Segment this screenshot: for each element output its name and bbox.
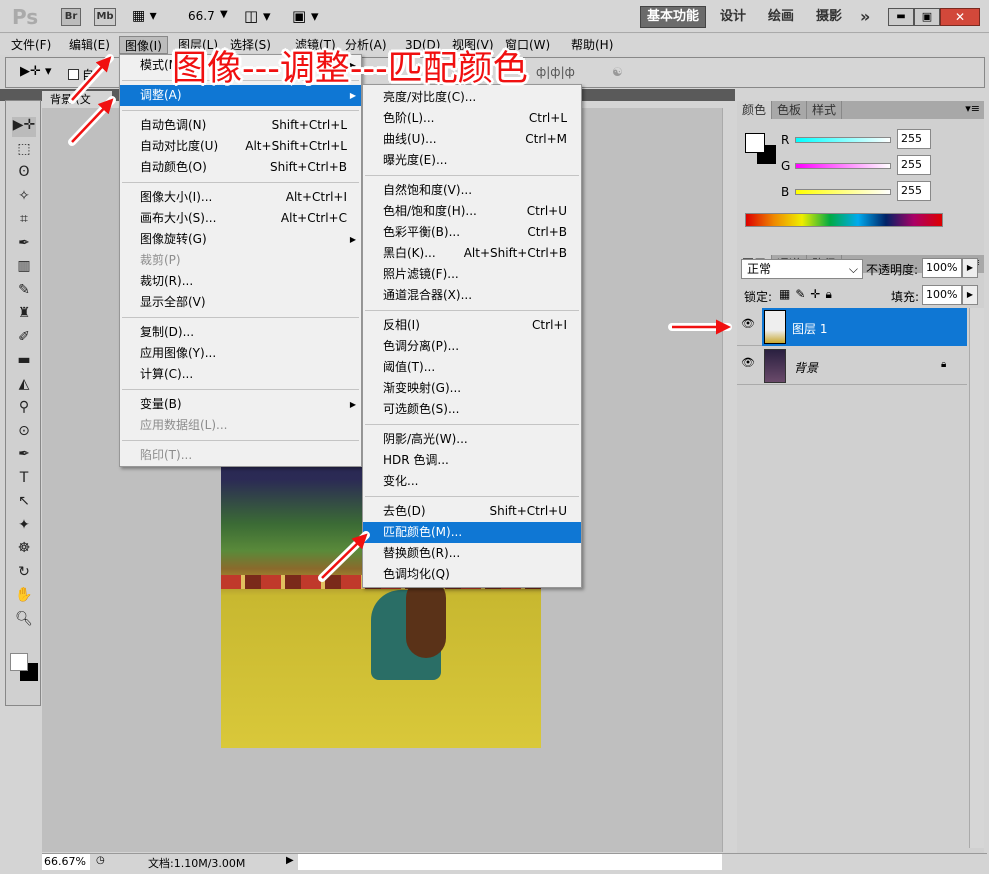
blend-mode-value: 正常 [747, 262, 771, 276]
eye-icon[interactable]: 👁︎ [741, 356, 757, 372]
status-bar: 66.67% ◷ 文档:1.10M/3.00M ▶ [42, 853, 987, 870]
g-label: G [781, 159, 790, 173]
g-value[interactable]: 255 [897, 155, 931, 175]
eye-icon[interactable]: 👁︎ [741, 317, 757, 333]
opacity-label: 不透明度: [866, 261, 918, 278]
layer-row-background[interactable]: 👁︎ 背景 🔒︎ [737, 347, 967, 385]
lock-icons[interactable]: ▦✎✛🔒︎ [779, 287, 837, 302]
arrow-to-image-menu [72, 60, 108, 100]
layer-name[interactable]: 背景 [794, 359, 818, 376]
layer-name[interactable]: 图层 1 [792, 320, 827, 337]
b-value[interactable]: 255 [897, 181, 931, 201]
b-label: B [781, 185, 789, 199]
opacity-input[interactable]: 100% [922, 258, 962, 278]
tab-color[interactable]: 颜色 [737, 101, 772, 119]
right-panel: 颜色色板样式 ▾≡ R 255 G 255 B 255 图层通道路径 ▾≡ 正常… [737, 101, 984, 853]
foreground-swatch[interactable] [745, 133, 765, 153]
panel-menu-icon[interactable]: ▾≡ [965, 102, 980, 115]
color-spectrum[interactable] [745, 213, 943, 227]
r-value[interactable]: 255 [897, 129, 931, 149]
zoom-field[interactable]: 66.67% [42, 854, 90, 870]
color-panel-tabs: 颜色色板样式 ▾≡ [737, 101, 984, 119]
layer-thumbnail [764, 310, 786, 344]
foreground-color-swatch[interactable] [10, 653, 28, 671]
layer-thumbnail [764, 349, 786, 383]
b-slider[interactable] [795, 189, 891, 195]
status-menu-arrow-icon[interactable]: ▶ [286, 855, 294, 866]
g-slider[interactable] [795, 163, 891, 169]
horizontal-scrollbar[interactable] [298, 854, 722, 870]
doc-size-info: 文档:1.10M/3.00M [148, 855, 245, 871]
tab-swatches[interactable]: 色板 [772, 101, 807, 119]
lock-label: 锁定: [744, 288, 772, 305]
layers-scrollbar[interactable] [969, 308, 984, 848]
chevron-down-icon: ⌵ [849, 260, 858, 278]
arrow-to-match-color [322, 537, 364, 578]
lock-icon: 🔒︎ [941, 359, 946, 370]
tab-styles[interactable]: 样式 [807, 101, 842, 119]
status-clock-icon[interactable]: ◷ [96, 855, 105, 866]
fill-input[interactable]: 100% [922, 285, 962, 305]
r-label: R [781, 133, 789, 147]
arrow-to-adjust [72, 102, 110, 142]
fill-slider-button[interactable]: ▶ [962, 285, 978, 305]
fill-label: 填充: [891, 288, 919, 305]
layer-row-layer1[interactable]: 👁︎ 图层 1 [737, 308, 967, 346]
r-slider[interactable] [795, 137, 891, 143]
blend-mode-select[interactable]: 正常 ⌵ [741, 259, 863, 279]
opacity-slider-button[interactable]: ▶ [962, 258, 978, 278]
